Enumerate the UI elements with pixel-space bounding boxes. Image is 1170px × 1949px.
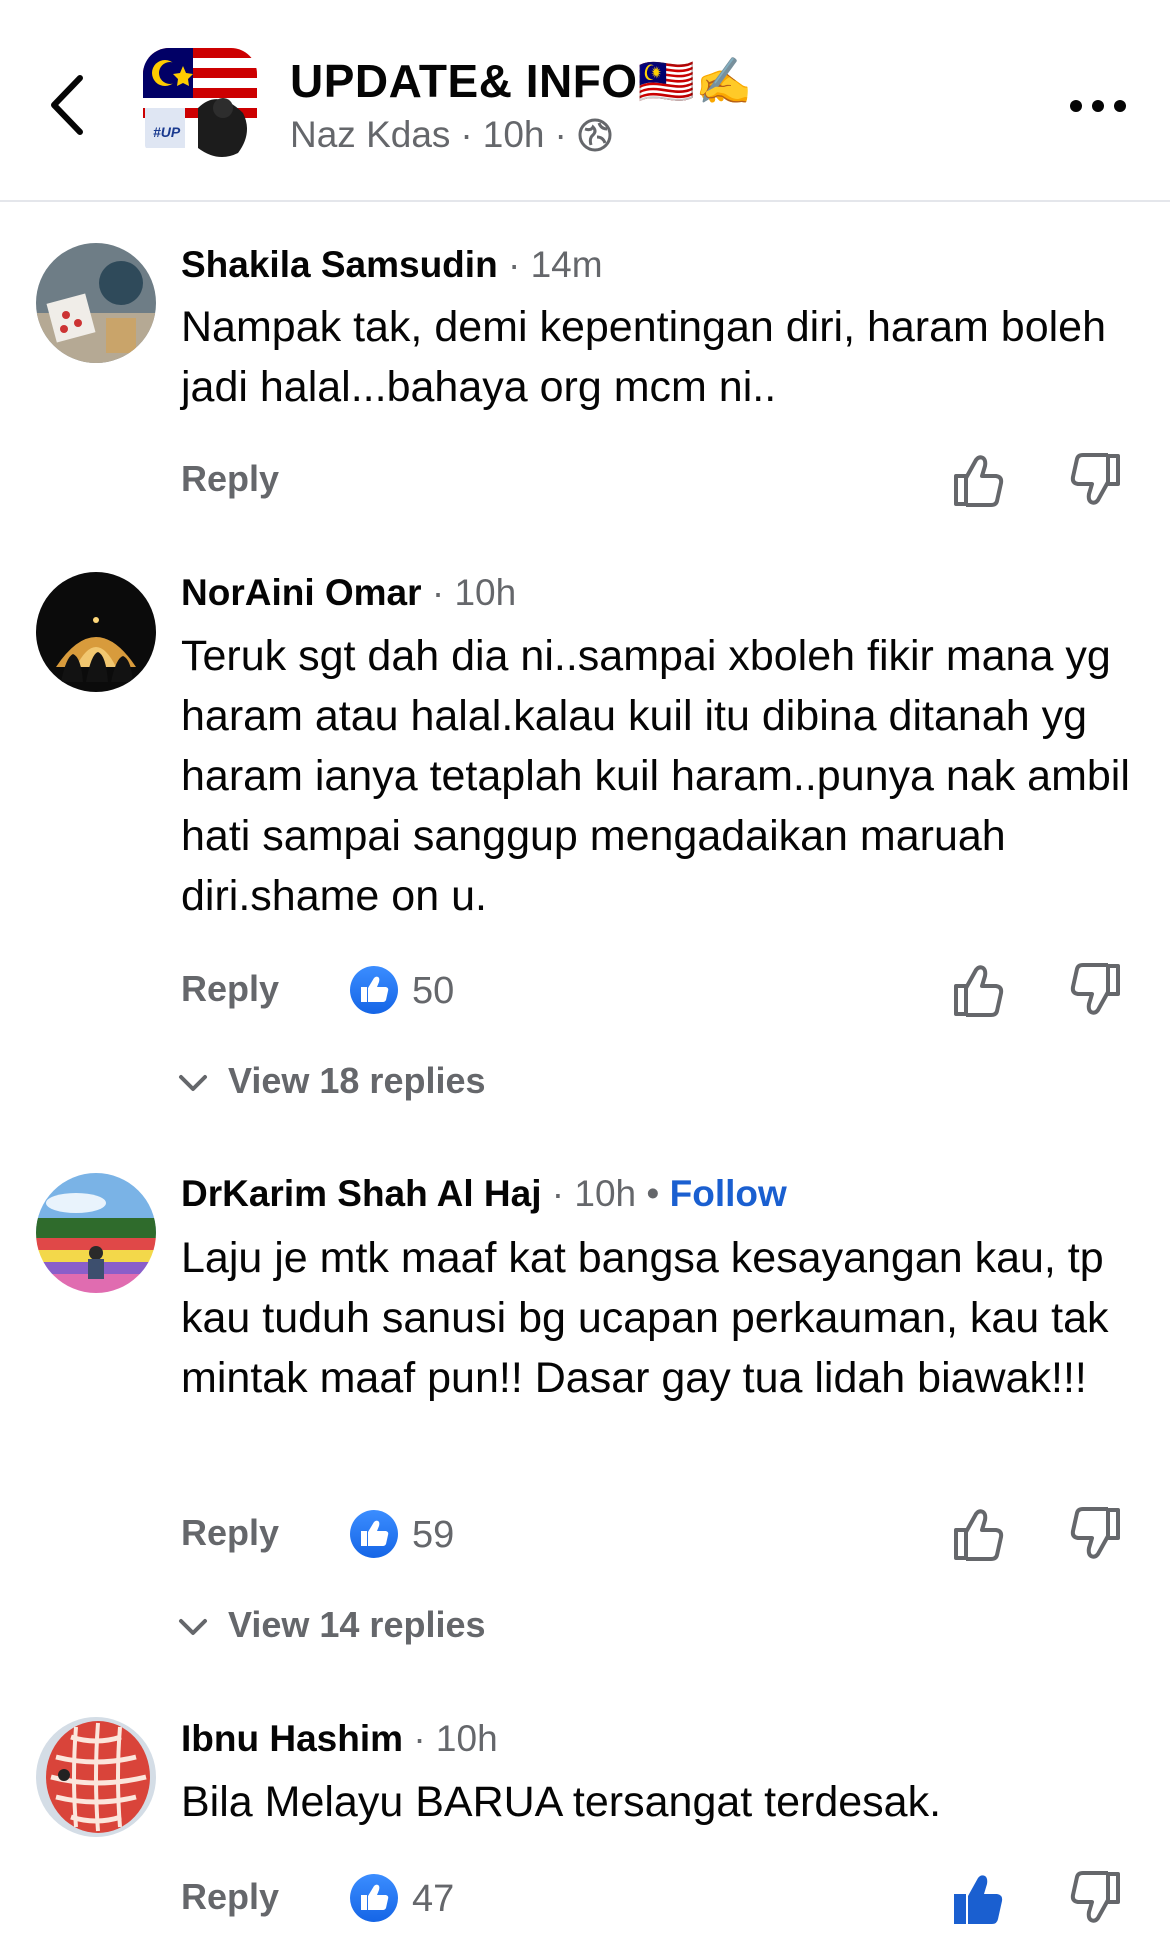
separator-dot: • — [636, 1173, 670, 1214]
comment-text: Nampak tak, demi kepentingan diri, haram… — [181, 303, 1107, 411]
comment-actions: Reply 50 — [0, 962, 1170, 1022]
upvote-button-active[interactable] — [952, 1870, 1004, 1926]
like-reaction-icon — [350, 966, 398, 1014]
downvote-button[interactable] — [1070, 962, 1122, 1018]
separator-dot: · — [413, 1718, 436, 1759]
reaction-count: 50 — [412, 970, 455, 1012]
separator-dot: · — [551, 1173, 575, 1214]
thumbs-up-icon — [954, 455, 1004, 507]
comment-actions: Reply — [0, 452, 1170, 512]
comment-time[interactable]: 10h — [454, 572, 516, 613]
like-reaction-icon — [350, 1874, 398, 1922]
comment-meta: NorAini Omar · 10h — [181, 572, 516, 614]
comment-author[interactable]: DrKarim Shah Al Haj — [181, 1173, 542, 1214]
comment-author[interactable]: Ibnu Hashim — [181, 1718, 403, 1759]
comment-time[interactable]: 14m — [531, 244, 603, 285]
comment-author[interactable]: NorAini Omar — [181, 572, 422, 613]
thumbs-up-icon — [954, 1509, 1004, 1561]
upvote-button[interactable] — [952, 452, 1004, 508]
chevron-left-icon — [51, 75, 83, 135]
reaction-count: 59 — [412, 1514, 455, 1556]
thumbs-down-icon — [1070, 963, 1120, 1015]
thumbs-down-icon — [1070, 1507, 1120, 1559]
title-emoji: 🇲🇾✍️ — [637, 55, 754, 107]
view-replies-button[interactable]: View 18 replies — [178, 1060, 486, 1102]
post-time[interactable]: 10h — [483, 114, 545, 155]
like-reaction-icon — [350, 1510, 398, 1558]
globe-icon — [578, 118, 612, 152]
group-avatar[interactable]: #UP — [143, 48, 257, 162]
group-title-text: UPDATE& INFO — [290, 55, 638, 107]
comment-author[interactable]: Shakila Samsudin — [181, 244, 498, 285]
comment-time[interactable]: 10h — [574, 1173, 636, 1214]
back-button[interactable] — [44, 70, 92, 140]
separator-dot: · — [460, 114, 473, 155]
comment-time[interactable]: 10h — [436, 1718, 498, 1759]
reply-button[interactable]: Reply — [181, 1876, 279, 1918]
reply-button[interactable]: Reply — [181, 968, 279, 1010]
view-replies-button[interactable]: View 14 replies — [178, 1604, 486, 1646]
follow-button[interactable]: Follow — [670, 1173, 787, 1214]
thumbs-down-icon — [1070, 1871, 1120, 1923]
avatar[interactable] — [36, 243, 156, 363]
more-options-button[interactable] — [1068, 94, 1128, 118]
comment-text: Bila Melayu BARUA tersangat terdesak. — [181, 1778, 942, 1826]
comment-text: Laju je mtk maaf kat bangsa kesayangan k… — [181, 1234, 1109, 1402]
post-header: #UP UPDATE& INFO🇲🇾✍️ Naz Kdas · 10h · — [0, 0, 1170, 202]
reply-button[interactable]: Reply — [181, 1512, 279, 1554]
separator-dot: · — [554, 114, 567, 155]
separator-dot: · — [507, 244, 531, 285]
comment-meta: DrKarim Shah Al Haj · 10h • Follow — [181, 1173, 787, 1215]
avatar[interactable] — [36, 1717, 156, 1837]
chevron-down-icon — [179, 1619, 207, 1636]
view-replies-label: View 18 replies — [228, 1060, 486, 1101]
comment-meta: Ibnu Hashim · 10h — [181, 1718, 498, 1760]
thumbs-up-icon — [954, 965, 1004, 1017]
thumbs-down-icon — [1070, 453, 1120, 505]
avatar-badge: #UP — [153, 124, 181, 140]
post-author[interactable]: Naz Kdas — [290, 114, 450, 155]
separator-dot: · — [431, 572, 455, 613]
comment-actions: Reply 59 — [0, 1506, 1170, 1566]
upvote-button[interactable] — [952, 962, 1004, 1018]
chevron-down-icon — [179, 1075, 207, 1092]
comment-text: Teruk sgt dah dia ni..sampai xboleh fiki… — [181, 632, 1130, 920]
reaction-count: 47 — [412, 1878, 455, 1920]
avatar[interactable] — [36, 572, 156, 692]
downvote-button[interactable] — [1070, 1506, 1122, 1562]
thumbs-up-filled-icon — [954, 1875, 1003, 1924]
comment-meta: Shakila Samsudin · 14m — [181, 244, 603, 286]
group-title[interactable]: UPDATE& INFO🇲🇾✍️ — [290, 54, 753, 109]
downvote-button[interactable] — [1070, 452, 1122, 508]
reply-button[interactable]: Reply — [181, 458, 279, 500]
post-subtitle: Naz Kdas · 10h · — [290, 114, 613, 156]
view-replies-label: View 14 replies — [228, 1604, 486, 1645]
downvote-button[interactable] — [1070, 1870, 1122, 1926]
avatar[interactable] — [36, 1173, 156, 1293]
more-horizontal-icon — [1070, 100, 1126, 112]
comment-actions: Reply 47 — [0, 1870, 1170, 1930]
upvote-button[interactable] — [952, 1506, 1004, 1562]
